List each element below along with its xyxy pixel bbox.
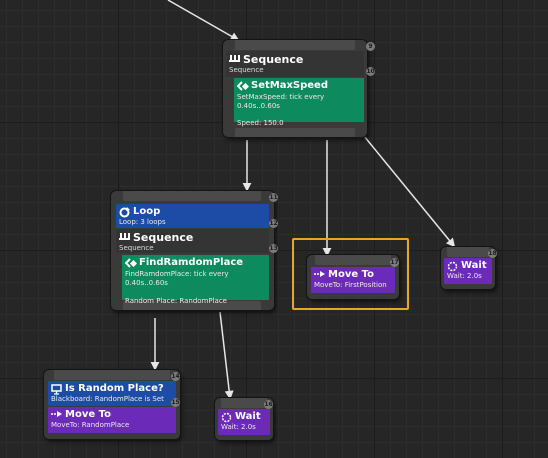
input-pin[interactable] xyxy=(447,247,489,257)
set-max-speed-order-badge: 10 xyxy=(366,67,375,76)
service-title: FindRamdomPlace xyxy=(139,257,244,268)
task-subtitle: Wait: 2.0s xyxy=(447,272,482,280)
move-to-first-order-badge: 17 xyxy=(390,258,399,267)
find-random-place-order-badge: 12 xyxy=(269,219,278,228)
service-icon xyxy=(124,257,138,269)
decorator-title: Is Random Place? xyxy=(65,383,164,394)
find-random-place-service[interactable]: FindRamdomPlace FindRamdomPlace: tick ev… xyxy=(122,255,269,305)
is-random-place-order-badge: 15 xyxy=(171,398,180,407)
wait-task: Wait Wait: 2.0s xyxy=(218,409,270,435)
service-icon xyxy=(236,80,250,92)
loop-decorator[interactable]: Loop Loop: 3 loops xyxy=(116,204,269,228)
root-sequence-order-badge: 9 xyxy=(366,42,375,51)
sequence-icon xyxy=(119,232,130,243)
output-pin[interactable] xyxy=(235,128,355,137)
wait-icon xyxy=(221,412,232,423)
wait-right-node[interactable]: Wait Wait: 2.0s xyxy=(441,247,495,289)
task-title: Move To xyxy=(328,269,374,280)
service-description: FindRamdomPlace: tick every 0.40s..0.60s xyxy=(125,270,229,287)
task-subtitle: Wait: 2.0s xyxy=(221,423,256,431)
blackboard-icon xyxy=(51,383,62,395)
service-property: Random Place: RandomPlace xyxy=(125,297,227,305)
service-property: Speed: 150.0 xyxy=(237,119,284,127)
service-title: SetMaxSpeed xyxy=(251,80,328,91)
wire-root-to-wait-right xyxy=(363,135,456,248)
task-subtitle: MoveTo: FirstPosition xyxy=(314,281,387,289)
root-sequence-node[interactable]: Sequence Sequence SetMaxSpeed SetMaxSpee… xyxy=(223,40,367,137)
node-title: Sequence xyxy=(243,53,304,66)
move-to-icon xyxy=(314,270,325,281)
input-pin[interactable] xyxy=(315,255,391,265)
task-title: Wait xyxy=(461,260,487,271)
wire-parent-to-root xyxy=(167,0,240,41)
move-to-task: Move To MoveTo: FirstPosition xyxy=(311,267,395,293)
input-pin[interactable] xyxy=(221,398,267,408)
move-to-random-place-node[interactable]: Is Random Place? Blackboard: RandomPlace… xyxy=(44,370,180,439)
sequence-header: Sequence Sequence xyxy=(226,51,364,77)
node-title: Sequence xyxy=(133,231,194,244)
node-subtitle: Sequence xyxy=(229,66,264,74)
move-to-random-order-badge: 14 xyxy=(171,372,180,381)
set-max-speed-service[interactable]: SetMaxSpeed SetMaxSpeed: tick every 0.40… xyxy=(234,78,364,127)
wait-right-order-badge: 18 xyxy=(488,249,497,258)
input-pin[interactable] xyxy=(235,40,355,50)
node-subtitle: Sequence xyxy=(119,244,154,252)
wire-seq-to-wait-bottom xyxy=(219,311,234,400)
sequence-header: Sequence Sequence xyxy=(116,229,269,253)
inner-sequence-order-badge: 13 xyxy=(269,244,278,253)
input-pin[interactable] xyxy=(123,191,261,201)
task-subtitle: MoveTo: RandomPlace xyxy=(51,421,130,429)
wait-icon xyxy=(447,261,458,272)
move-to-first-position-node[interactable]: Move To MoveTo: FirstPosition xyxy=(307,255,399,299)
wait-task: Wait Wait: 2.0s xyxy=(444,258,492,284)
move-to-task: Move To MoveTo: RandomPlace xyxy=(48,407,176,433)
wait-bottom-order-badge: 16 xyxy=(264,400,273,409)
task-title: Wait xyxy=(235,411,261,422)
sequence-icon xyxy=(229,54,240,65)
loop-icon xyxy=(119,206,130,218)
loop-sequence-node[interactable]: Loop Loop: 3 loops Sequence Sequence Fin… xyxy=(111,191,274,310)
input-pin[interactable] xyxy=(54,370,170,380)
decorator-title: Loop xyxy=(133,206,161,217)
task-title: Move To xyxy=(65,409,111,420)
decorator-subtitle: Blackboard: RandomPlace is Set xyxy=(51,395,164,403)
loop-order-badge: 11 xyxy=(269,193,278,202)
service-description: SetMaxSpeed: tick every 0.40s..0.60s xyxy=(237,93,325,110)
move-to-icon xyxy=(51,410,62,421)
decorator-subtitle: Loop: 3 loops xyxy=(119,218,166,226)
is-random-place-decorator[interactable]: Is Random Place? Blackboard: RandomPlace… xyxy=(48,381,176,406)
